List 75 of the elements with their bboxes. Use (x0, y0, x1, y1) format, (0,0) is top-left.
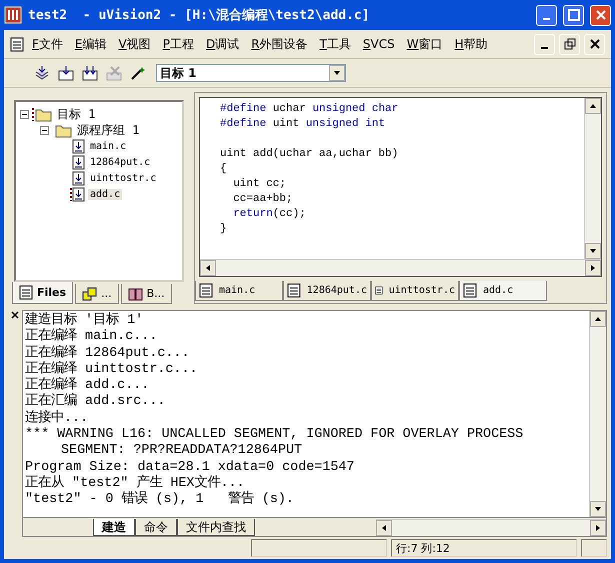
menu-item[interactable]: P工程 (158, 34, 198, 54)
menu-item[interactable]: T工具 (316, 34, 355, 54)
source-file-icon (70, 138, 85, 154)
right-arrow-icon[interactable] (594, 524, 602, 532)
close-button[interactable] (584, 34, 605, 54)
restore-icon (564, 38, 576, 50)
output-tab[interactable]: 建造 (93, 519, 135, 536)
status-cell (581, 539, 607, 557)
file-tab[interactable]: add.c (459, 281, 547, 301)
document-icon (199, 283, 213, 298)
tree-item[interactable]: 源程序组 1 (75, 122, 142, 138)
menu-item[interactable]: D调试 (202, 34, 244, 54)
document-icon (19, 285, 33, 300)
panel-tab[interactable]: B... (120, 284, 172, 304)
folder-icon (32, 106, 52, 122)
down-arrow-icon[interactable] (333, 69, 341, 77)
file-tab[interactable]: uinttostr.c (371, 281, 459, 301)
file-tab[interactable]: 12864put.c (283, 281, 371, 301)
close-icon (594, 9, 606, 21)
down-arrow-icon[interactable] (589, 247, 597, 255)
output-tab[interactable]: 文件内查找 (177, 519, 255, 536)
tree-item[interactable]: 12864put.c (88, 156, 152, 168)
menu-item[interactable]: F文件 (28, 34, 67, 54)
source-file-icon (70, 170, 85, 186)
collapse-toggle-icon[interactable] (40, 126, 49, 134)
tree-item[interactable]: uinttostr.c (88, 172, 158, 184)
document-icon (463, 283, 477, 298)
horizontal-scrollbar[interactable] (200, 259, 601, 276)
source-file-icon (70, 186, 85, 202)
menu-item[interactable]: V视图 (114, 34, 155, 54)
source-file-icon (70, 154, 85, 170)
minimize-icon (543, 18, 550, 20)
document-icon (287, 283, 301, 298)
close-icon (588, 38, 600, 50)
menu-item[interactable]: SVCS (358, 35, 399, 53)
stack-download-icon[interactable] (34, 65, 50, 81)
menu-item[interactable]: H帮助 (450, 34, 492, 54)
panel-tab[interactable]: ... (75, 284, 119, 304)
book-icon (128, 286, 143, 300)
build-icon[interactable] (58, 65, 74, 81)
up-arrow-icon[interactable] (589, 102, 597, 110)
vertical-scrollbar[interactable] (584, 98, 601, 259)
down-arrow-icon[interactable] (594, 505, 602, 513)
right-arrow-icon[interactable] (589, 264, 597, 272)
panel-tab[interactable]: Files (12, 282, 74, 304)
stacked-boxes-icon (82, 286, 98, 300)
target-dropdown[interactable]: 目标 1 (156, 64, 346, 82)
collapse-toggle-icon[interactable] (20, 110, 29, 118)
menu-item[interactable]: R外围设备 (247, 34, 312, 54)
left-arrow-icon[interactable] (380, 524, 388, 532)
file-tab[interactable]: main.c (195, 281, 283, 301)
minimize-button[interactable] (536, 4, 557, 26)
vertical-scrollbar[interactable] (589, 311, 606, 517)
restore-button[interactable] (559, 34, 580, 54)
rebuild-icon[interactable] (82, 65, 98, 81)
app-logo-icon (4, 6, 22, 24)
maximize-button[interactable] (563, 4, 584, 26)
build-output-text: 建造目标 '目标 1' 正在编绎 main.c... 正在编绎 12864put.c... 正在编绎 uinttostr.c... 正在编绎 add.c... 正在汇编 add.src... 连接中... *** WARNING L16: UNCALLED SEGMENT, IGNORED FOR OVERLAY PROCESS SEGMENT: ?PR?READDATA?12864PUT Program Size: data=28.1 xdata=0 code=1547 正在从 "test2" 产生 HEX文件... "test2" - 0 错误 (s), 1 警告 (s). (24, 311, 524, 510)
close-button[interactable] (590, 4, 611, 26)
cursor-position: 行:7 列:12 (391, 539, 577, 557)
tree-item[interactable]: 目标 1 (55, 106, 98, 122)
up-arrow-icon[interactable] (594, 315, 602, 323)
minimize-icon (541, 47, 548, 49)
menu-item[interactable]: E编辑 (70, 34, 110, 54)
window-title: test2 - uVision2 - [H:\混合编程\test2\add.c] (28, 6, 371, 24)
maximize-icon (568, 9, 580, 21)
minimize-button[interactable] (534, 34, 555, 54)
close-icon[interactable] (10, 310, 20, 320)
tree-item[interactable]: add.c (88, 188, 122, 200)
horizontal-scrollbar[interactable] (376, 519, 606, 536)
tree-item[interactable]: main.c (88, 140, 128, 152)
menu-item[interactable]: W窗口 (402, 34, 447, 54)
output-tab[interactable]: 命令 (135, 519, 177, 536)
document-icon (10, 36, 24, 52)
left-arrow-icon[interactable] (204, 264, 212, 272)
